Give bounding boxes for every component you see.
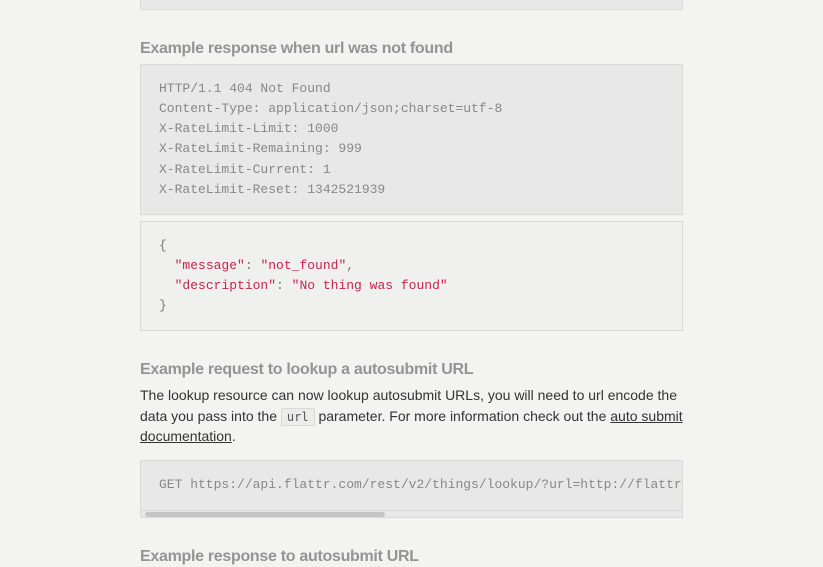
horizontal-scrollbar[interactable] [140, 511, 683, 518]
para-text-3: . [232, 428, 236, 444]
json-val-description: "No thing was found" [292, 278, 448, 293]
json-key-message: "message" [175, 258, 245, 273]
code-block-get-request: GET https://api.flattr.com/rest/v2/thing… [140, 460, 683, 510]
heading-example-request-autosubmit: Example request to lookup a autosubmit U… [140, 361, 683, 379]
heading-example-response-not-found: Example response when url was not found [140, 40, 683, 58]
truncated-block-top [140, 0, 683, 10]
scrollbar-thumb[interactable] [145, 512, 385, 517]
json-close-brace: } [159, 298, 167, 313]
para-text-2: parameter. For more information check ou… [315, 408, 611, 424]
json-sep: : [276, 278, 292, 293]
json-val-message: "not_found" [260, 258, 346, 273]
doc-content: Example response when url was not found … [140, 0, 683, 566]
json-sep: : [245, 258, 261, 273]
inline-code-url: url [281, 408, 315, 426]
json-key-description: "description" [175, 278, 276, 293]
paragraph-lookup-info: The lookup resource can now lookup autos… [140, 385, 683, 446]
code-block-http-headers: HTTP/1.1 404 Not Found Content-Type: app… [140, 64, 683, 215]
heading-example-response-autosubmit: Example response to autosubmit URL [140, 548, 683, 566]
json-comma: , [346, 258, 354, 273]
json-open-brace: { [159, 238, 167, 253]
code-block-json-body: { "message": "not_found", "description":… [140, 221, 683, 332]
